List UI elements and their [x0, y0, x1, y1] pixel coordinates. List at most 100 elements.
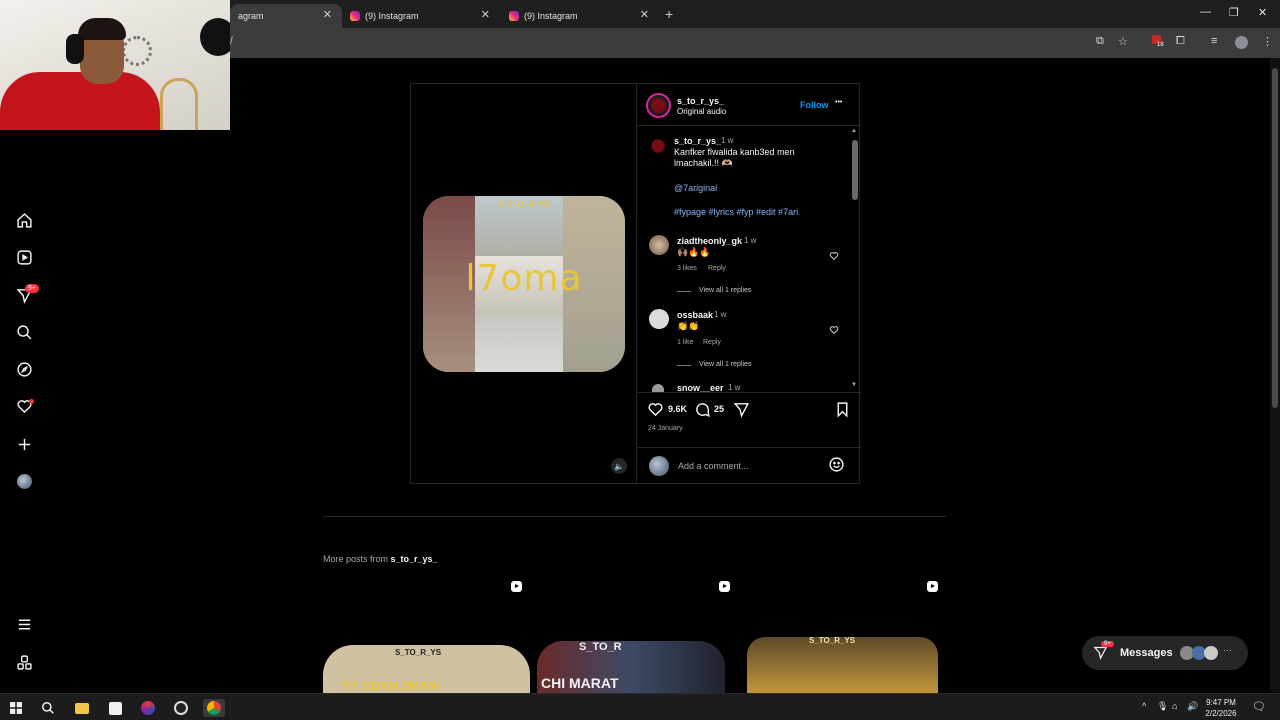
browser-tab[interactable]: (9) Instagram ✕ [342, 4, 500, 28]
author-avatar[interactable] [646, 93, 671, 118]
page-scrollbar[interactable] [1270, 58, 1280, 692]
post-video[interactable]: S_T_O_R_YS l7oma 🔈 [411, 84, 636, 483]
thumb-caption: CHI MARAT [541, 675, 619, 691]
profile-avatar-icon[interactable] [1235, 36, 1248, 49]
comment-time: 1 w [744, 236, 757, 245]
caption-avatar[interactable] [649, 137, 667, 155]
page-scrollbar-thumb[interactable] [1272, 68, 1278, 408]
browser-tab[interactable]: (9) Instagram ✕ [501, 4, 659, 28]
instagram-favicon-icon [350, 11, 360, 21]
thumb-brand: S_TO_R_YS [395, 648, 442, 657]
tab-close-icon[interactable]: ✕ [481, 8, 490, 21]
scrollbar-thumb[interactable] [852, 140, 858, 200]
save-icon[interactable] [834, 401, 851, 423]
caption-mention[interactable]: @7ariginal [674, 183, 717, 193]
replies-line [677, 291, 691, 292]
browser-menu-icon[interactable]: ⋮ [1262, 35, 1273, 48]
headphones [66, 34, 84, 64]
comment-avatar[interactable] [649, 309, 669, 329]
add-comment-input[interactable]: Add a comment... [678, 461, 749, 471]
tab-close-icon[interactable]: ✕ [323, 8, 332, 21]
tab-search-icon[interactable]: ≡ [1211, 35, 1217, 47]
bookmark-star-icon[interactable]: ☆ [1118, 35, 1128, 48]
comment-likes[interactable]: 1 like [677, 339, 693, 346]
comment-username[interactable]: ziadtheonly_gk [677, 236, 742, 246]
post-header: s_to_r_ys_ Original audio Follow ••• [637, 84, 861, 126]
comment-icon[interactable] [694, 401, 711, 423]
more-posts-username[interactable]: s_to_r_ys_ [391, 554, 438, 564]
restore-button[interactable]: ❐ [1229, 6, 1239, 19]
comment-username[interactable]: ossbaak [677, 310, 713, 320]
thumb-brand: S_TO_R_YS [809, 636, 856, 645]
like-icon[interactable] [647, 401, 664, 423]
chrome-icon[interactable] [203, 699, 225, 717]
tab-close-icon[interactable]: ✕ [640, 8, 649, 21]
menu-icon[interactable] [14, 614, 34, 634]
store-icon[interactable] [106, 699, 124, 717]
like-count[interactable]: 9.6K [668, 404, 687, 414]
author-username[interactable]: s_to_r_ys_ [677, 96, 724, 106]
follow-button[interactable]: Follow [800, 100, 829, 110]
view-replies-button[interactable]: View all 1 replies [699, 287, 751, 294]
comment-count[interactable]: 25 [714, 404, 724, 414]
microphone-icon[interactable]: 🎙 [1157, 701, 1168, 712]
caption-username[interactable]: s_to_r_ys_ [674, 136, 721, 146]
caption-hashtags[interactable]: #fypage #lyrics #fyp #edit #7ari [674, 207, 798, 217]
create-icon[interactable] [14, 434, 34, 454]
network-icon[interactable]: ⌂ [1172, 701, 1177, 711]
view-replies-button[interactable]: View all 1 replies [699, 361, 751, 368]
post-modal: S_T_O_R_YS l7oma 🔈 s_to_r_ys_ Original a… [410, 83, 861, 484]
close-window-button[interactable]: ✕ [1258, 6, 1267, 19]
reels-icon[interactable] [14, 247, 34, 267]
messages-send-icon [1093, 645, 1108, 665]
taskbar-clock[interactable]: 9:47 PM 2/2/2026 [1203, 697, 1239, 719]
more-post-thumb[interactable]: S_TO_R CHI MARAT [531, 575, 738, 693]
obs-icon[interactable] [172, 699, 190, 717]
app-icon[interactable] [139, 699, 157, 717]
file-explorer-icon[interactable] [73, 699, 91, 717]
volume-tray-icon[interactable]: 🔊 [1187, 701, 1198, 712]
extension-icon[interactable]: 18 [1152, 35, 1164, 48]
emoji-icon[interactable] [828, 456, 845, 478]
comment-avatar[interactable] [652, 384, 664, 392]
comment-like-icon[interactable] [829, 322, 839, 335]
notification-center-icon[interactable]: 🗨 [1252, 700, 1266, 713]
explore-icon[interactable] [14, 359, 34, 379]
comment-likes[interactable]: 3 likes [677, 265, 697, 272]
audio-label[interactable]: Original audio [677, 107, 726, 116]
profile-avatar[interactable] [14, 471, 34, 491]
volume-icon[interactable]: 🔈 [611, 458, 627, 474]
comment-reply-button[interactable]: Reply [708, 265, 726, 272]
more-post-thumb[interactable]: S_TO_R_YS [739, 575, 946, 693]
scroll-up-icon[interactable]: ▲ [851, 128, 857, 134]
minimize-button[interactable]: — [1200, 6, 1211, 18]
start-icon[interactable] [7, 699, 25, 717]
home-icon[interactable] [14, 210, 34, 230]
extensions-puzzle-icon[interactable]: ⧠ [1176, 35, 1185, 48]
video-title-text: l7oma [465, 258, 583, 299]
browser-tab-active[interactable]: agram ✕ [230, 4, 342, 28]
messages-button[interactable]: 9+ Messages ··· [1082, 636, 1248, 670]
tray-chevron-icon[interactable]: ^ [1142, 701, 1146, 711]
scroll-down-icon[interactable]: ▼ [851, 382, 857, 388]
comment-like-icon[interactable] [829, 248, 839, 261]
also-from-meta-icon[interactable] [14, 652, 34, 672]
address-bar[interactable]: / [230, 36, 233, 47]
add-comment-bar: Add a comment... [637, 447, 861, 483]
more-post-thumb[interactable]: S_TO_R_YS 7IT GDAM ZMANI [323, 575, 530, 693]
video-frame: S_T_O_R_YS l7oma [423, 196, 625, 372]
comment-avatar[interactable] [649, 235, 669, 255]
comments-scrollbar[interactable]: ▲ ▼ [850, 128, 860, 392]
install-app-icon[interactable]: ⧉ [1096, 35, 1104, 48]
new-tab-button[interactable]: + [665, 6, 673, 22]
replies-line [677, 365, 691, 366]
search-icon[interactable] [14, 322, 34, 342]
share-icon[interactable] [733, 401, 750, 423]
taskbar-search-icon[interactable] [39, 699, 57, 717]
person-hair [78, 18, 126, 40]
post-date: 24 January [648, 425, 683, 432]
more-options-icon[interactable]: ••• [835, 99, 842, 106]
comment-reply-button[interactable]: Reply [703, 339, 721, 346]
comment-time: 1 w [714, 310, 727, 319]
thumb-caption: 7IT GDAM ZMANI [341, 679, 440, 693]
